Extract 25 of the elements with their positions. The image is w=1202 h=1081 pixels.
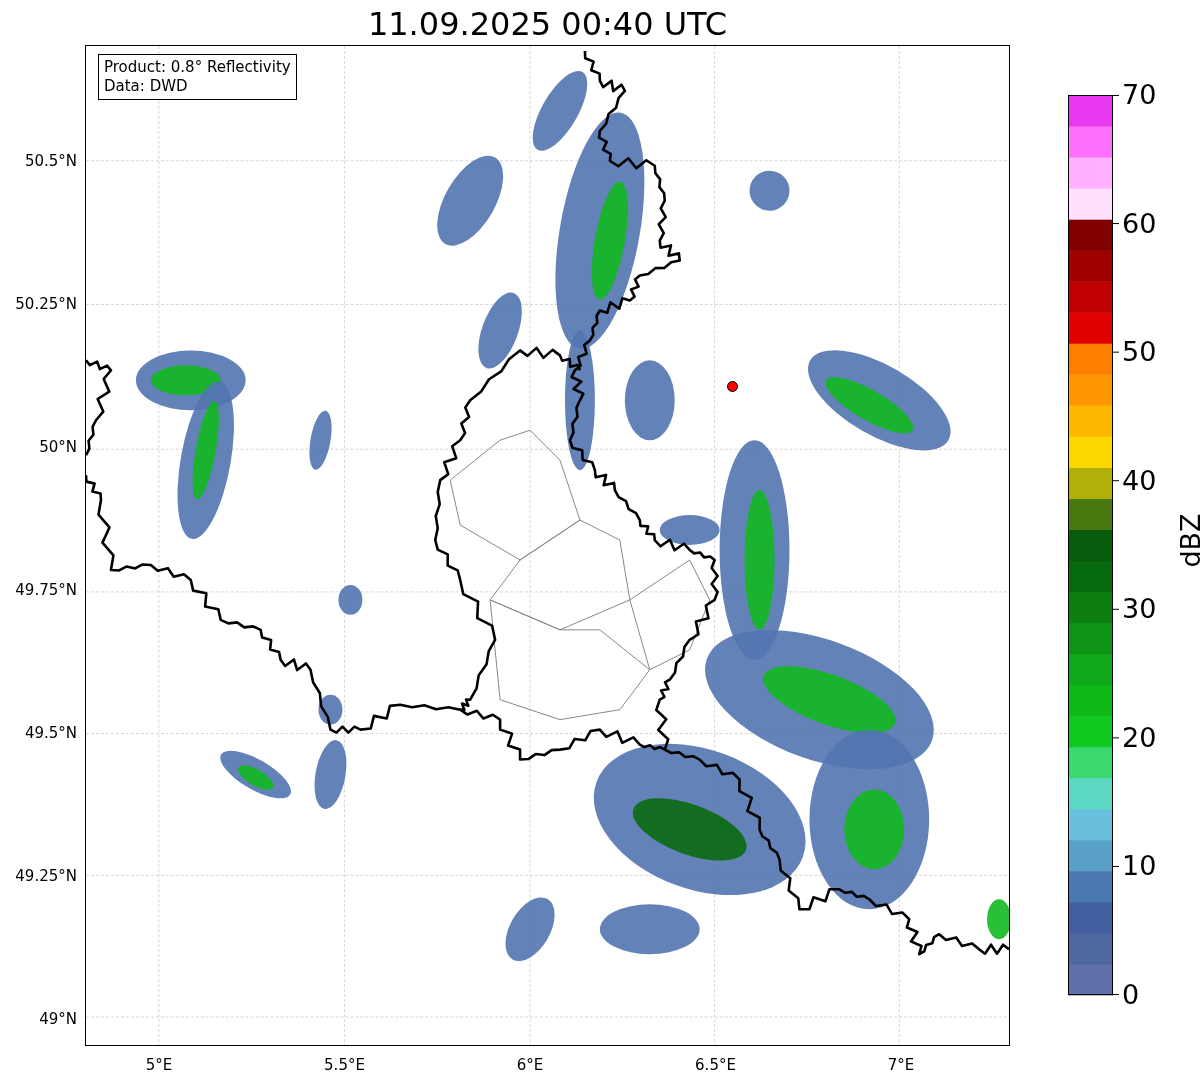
latitude-label: 49.75°N <box>15 581 77 599</box>
latitude-label: 50°N <box>39 438 77 456</box>
latitude-label: 49°N <box>39 1010 77 1028</box>
scale-tick-label: 40 <box>1122 464 1157 497</box>
scale-tick-label: 0 <box>1122 979 1140 1011</box>
scale-tick-label: 60 <box>1122 207 1157 240</box>
scale-tick-label: 70 <box>1122 79 1157 111</box>
longitude-label: 6.5°E <box>695 1056 736 1074</box>
latitude-label: 49.5°N <box>24 724 77 742</box>
info-text: Product: 0.8° Reflectivity <box>104 58 291 77</box>
scale-tick-label: 50 <box>1122 336 1157 369</box>
longitude-label: 7°E <box>887 1056 915 1074</box>
chart-title: 11.09.2025 00:40 UTC <box>366 4 729 44</box>
longitude-label: 5.5°E <box>324 1056 365 1074</box>
scale-unit-label: dBZ <box>1174 513 1202 568</box>
latitude-label: 49.25°N <box>15 867 77 885</box>
scale-tick-label: 20 <box>1122 721 1157 754</box>
latitude-label: 50.5°N <box>24 152 77 170</box>
info-text: Data: DWD <box>104 77 189 96</box>
longitude-label: 5°E <box>145 1056 173 1074</box>
scale-tick-label: 10 <box>1122 850 1157 883</box>
longitude-label: 6°E <box>516 1056 544 1074</box>
radar-site-marker <box>727 381 738 392</box>
scale-tick-label: 30 <box>1122 593 1157 626</box>
latitude-label: 50.25°N <box>15 295 77 313</box>
